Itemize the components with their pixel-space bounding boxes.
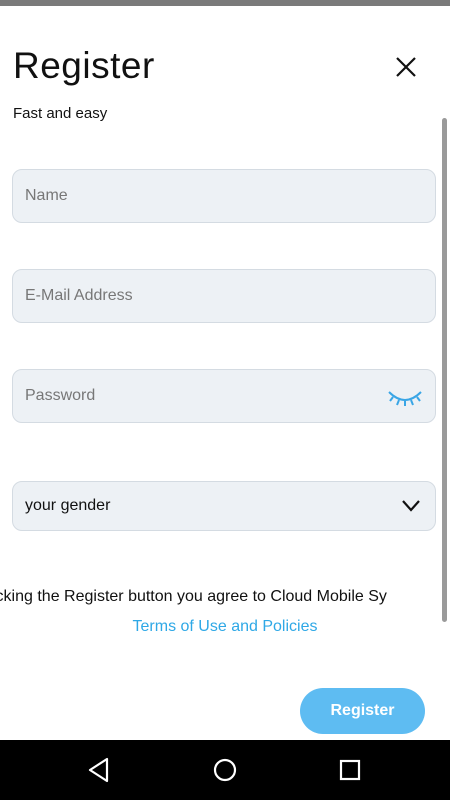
- agreement-text-content: icking the Register button you agree to …: [0, 588, 387, 605]
- close-icon: [396, 57, 416, 77]
- email-field: [12, 269, 436, 323]
- name-field: [12, 169, 436, 223]
- agreement-text: icking the Register button you agree to …: [0, 588, 450, 610]
- navigation-bar: [0, 740, 450, 800]
- name-input[interactable]: [13, 170, 435, 222]
- page-subtitle: Fast and easy: [13, 105, 108, 122]
- eye-closed-icon: [388, 391, 422, 406]
- gender-select[interactable]: your gender: [12, 481, 436, 531]
- password-field: [12, 369, 436, 423]
- nav-back-icon: [88, 757, 109, 783]
- close-button[interactable]: [389, 50, 423, 84]
- terms-link[interactable]: Terms of Use and Policies: [0, 618, 450, 636]
- nav-home-button[interactable]: [210, 755, 240, 785]
- nav-back-button[interactable]: [85, 755, 115, 785]
- page-title: Register: [13, 45, 155, 86]
- register-button[interactable]: Register: [300, 688, 425, 734]
- nav-home-icon: [213, 758, 237, 782]
- toggle-password-visibility[interactable]: [387, 384, 423, 410]
- email-input[interactable]: [13, 270, 435, 322]
- scrollbar[interactable]: [442, 118, 447, 622]
- nav-recent-icon: [339, 759, 361, 781]
- nav-recent-button[interactable]: [335, 755, 365, 785]
- gender-select-value: your gender: [25, 497, 111, 514]
- chevron-down-icon: [402, 500, 420, 512]
- password-input[interactable]: [13, 370, 435, 422]
